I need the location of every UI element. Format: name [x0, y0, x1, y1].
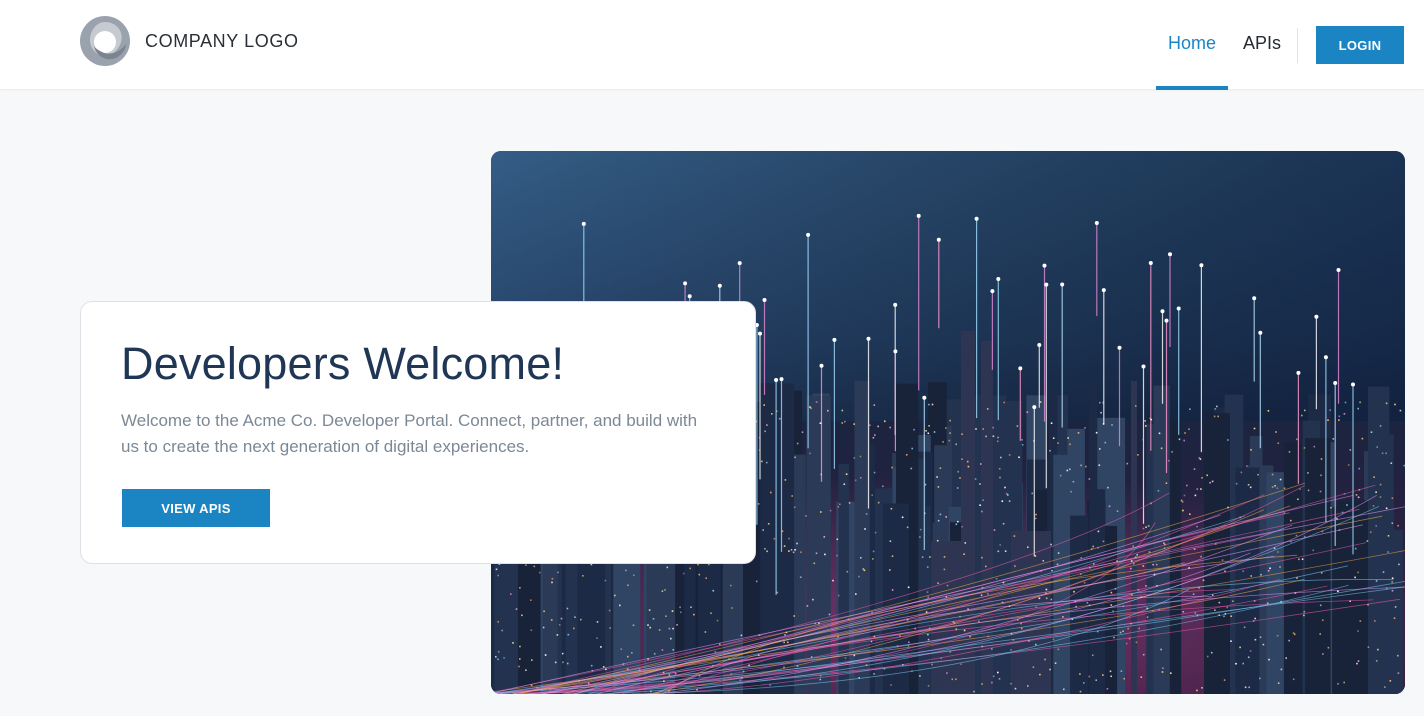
welcome-description: Welcome to the Acme Co. Developer Portal…	[121, 411, 698, 456]
company-logo-icon	[80, 16, 130, 66]
nav-link-home[interactable]: Home	[1156, 0, 1228, 90]
welcome-card: Developers Welcome! Welcome to the Acme …	[80, 301, 756, 564]
site-header: COMPANY LOGO Home APIs LOGIN	[0, 0, 1424, 90]
nav-link-apis[interactable]: APIs	[1236, 0, 1288, 90]
nav-link-home-label: Home	[1167, 32, 1216, 53]
nav-divider	[1297, 28, 1298, 63]
active-nav-indicator	[1156, 86, 1228, 90]
page-title: Developers Welcome!	[121, 338, 565, 389]
login-button[interactable]: LOGIN	[1316, 26, 1404, 64]
view-apis-button[interactable]: VIEW APIS	[122, 489, 270, 527]
logo-text: COMPANY LOGO	[145, 30, 299, 51]
company-logo[interactable]: COMPANY LOGO	[80, 16, 299, 66]
nav-link-apis-label: APIs	[1242, 32, 1281, 53]
